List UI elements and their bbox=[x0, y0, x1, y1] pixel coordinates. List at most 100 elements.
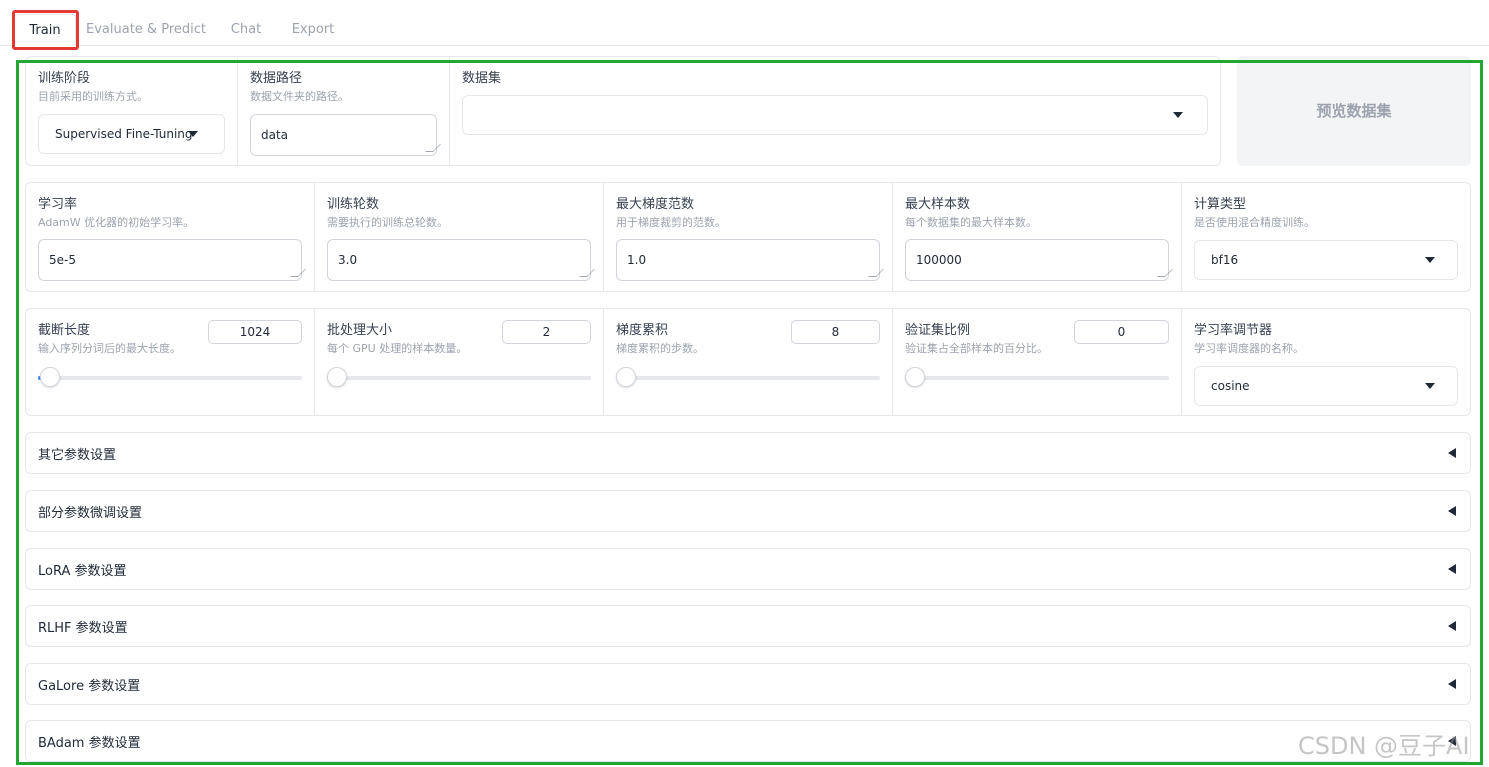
val-size-number[interactable]: 0 bbox=[1074, 320, 1169, 344]
val-size-field: 验证集比例 验证集占全部样本的百分比。 0 bbox=[893, 309, 1182, 415]
resize-handle-icon[interactable] bbox=[290, 269, 306, 277]
row-batch-params: 截断长度 输入序列分词后的最大长度。 1024 批处理大小 每个 GPU 处理的… bbox=[25, 308, 1471, 416]
grad-accum-field: 梯度累积 梯度累积的步数。 8 bbox=[604, 309, 893, 415]
lr-scheduler-field: 学习率调节器 学习率调度器的名称。 cosine bbox=[1182, 309, 1470, 415]
compute-type-value: bf16 bbox=[1211, 253, 1239, 267]
accordion-label: GaLore 参数设置 bbox=[38, 679, 141, 694]
learning-rate-label: 学习率 bbox=[38, 197, 78, 212]
batch-size-info: 每个 GPU 处理的样本数量。 bbox=[327, 342, 468, 355]
stage-info: 目前采用的训练方式。 bbox=[38, 90, 148, 103]
dataset-dir-value: data bbox=[261, 128, 289, 142]
grad-accum-label: 梯度累积 bbox=[616, 323, 669, 338]
chevron-down-icon bbox=[188, 131, 198, 137]
chevron-down-icon bbox=[1173, 112, 1183, 118]
accordion-label: 其它参数设置 bbox=[38, 448, 117, 463]
compute-type-label: 计算类型 bbox=[1194, 197, 1247, 212]
accordion-freeze-settings[interactable]: 部分参数微调设置 bbox=[25, 490, 1471, 532]
triangle-left-icon bbox=[1448, 679, 1456, 689]
cutoff-len-label: 截断长度 bbox=[38, 323, 91, 338]
accordion-label: LoRA 参数设置 bbox=[38, 564, 127, 579]
resize-handle-icon[interactable] bbox=[868, 269, 884, 277]
lr-scheduler-label: 学习率调节器 bbox=[1194, 323, 1273, 338]
max-grad-norm-input[interactable]: 1.0 bbox=[616, 239, 884, 281]
lr-scheduler-info: 学习率调度器的名称。 bbox=[1194, 342, 1304, 355]
max-grad-norm-info: 用于梯度裁剪的范数。 bbox=[616, 216, 726, 229]
max-samples-info: 每个数据集的最大样本数。 bbox=[905, 216, 1037, 229]
accordion-label: RLHF 参数设置 bbox=[38, 621, 128, 636]
batch-size-number[interactable]: 2 bbox=[502, 320, 591, 344]
accordion-galore-settings[interactable]: GaLore 参数设置 bbox=[25, 663, 1471, 705]
batch-size-label: 批处理大小 bbox=[327, 323, 393, 338]
learning-rate-info: AdamW 优化器的初始学习率。 bbox=[38, 216, 195, 229]
resize-handle-icon[interactable] bbox=[1157, 269, 1173, 277]
compute-type-field: 计算类型 是否使用混合精度训练。 bf16 bbox=[1182, 183, 1470, 291]
val-size-slider-track[interactable] bbox=[905, 376, 1169, 380]
max-samples-field: 最大样本数 每个数据集的最大样本数。 100000 bbox=[893, 183, 1182, 291]
epochs-label: 训练轮数 bbox=[327, 197, 380, 212]
tab-export[interactable]: Export bbox=[284, 14, 342, 46]
accordion-extra-settings[interactable]: 其它参数设置 bbox=[25, 432, 1471, 474]
watermark: CSDN @豆子AI bbox=[1298, 732, 1470, 760]
cutoff-len-field: 截断长度 输入序列分词后的最大长度。 1024 bbox=[26, 309, 315, 415]
resize-handle-icon[interactable] bbox=[579, 269, 595, 277]
max-samples-label: 最大样本数 bbox=[905, 197, 971, 212]
chevron-down-icon bbox=[1425, 257, 1435, 263]
accordion-label: 部分参数微调设置 bbox=[38, 506, 143, 521]
cutoff-len-info: 输入序列分词后的最大长度。 bbox=[38, 342, 181, 355]
epochs-field: 训练轮数 需要执行的训练总轮数。 3.0 bbox=[315, 183, 604, 291]
dataset-dir-info: 数据文件夹的路径。 bbox=[250, 90, 349, 103]
grad-accum-slider-track[interactable] bbox=[616, 376, 880, 380]
tab-train[interactable]: Train bbox=[14, 14, 76, 46]
epochs-info: 需要执行的训练总轮数。 bbox=[327, 216, 448, 229]
stage-dropdown[interactable]: Supervised Fine-Tuning bbox=[38, 114, 225, 154]
accordion-label: BAdam 参数设置 bbox=[38, 736, 141, 751]
learning-rate-value: 5e-5 bbox=[49, 253, 76, 267]
accordion-rlhf-settings[interactable]: RLHF 参数设置 bbox=[25, 605, 1471, 647]
chevron-down-icon bbox=[1425, 383, 1435, 389]
row-training-params: 学习率 AdamW 优化器的初始学习率。 5e-5 训练轮数 需要执行的训练总轮… bbox=[25, 182, 1471, 292]
triangle-left-icon bbox=[1448, 564, 1456, 574]
triangle-left-icon bbox=[1448, 621, 1456, 631]
lr-scheduler-dropdown[interactable]: cosine bbox=[1194, 366, 1458, 406]
grad-accum-slider-thumb[interactable] bbox=[616, 367, 636, 387]
dataset-dir-label: 数据路径 bbox=[250, 71, 303, 86]
dataset-label: 数据集 bbox=[462, 71, 502, 86]
max-grad-norm-value: 1.0 bbox=[627, 253, 647, 267]
tab-chat[interactable]: Chat bbox=[220, 14, 272, 46]
stage-field: 训练阶段 目前采用的训练方式。 Supervised Fine-Tuning bbox=[26, 57, 238, 165]
grad-accum-number[interactable]: 8 bbox=[791, 320, 880, 344]
epochs-input[interactable]: 3.0 bbox=[327, 239, 595, 281]
epochs-value: 3.0 bbox=[338, 253, 358, 267]
compute-type-dropdown[interactable]: bf16 bbox=[1194, 240, 1458, 280]
accordion-lora-settings[interactable]: LoRA 参数设置 bbox=[25, 548, 1471, 590]
tab-bar: Train Evaluate & Predict Chat Export bbox=[0, 0, 1489, 46]
dataset-dir-field: 数据路径 数据文件夹的路径。 data bbox=[238, 57, 450, 165]
grad-accum-info: 梯度累积的步数。 bbox=[616, 342, 704, 355]
batch-size-slider-thumb[interactable] bbox=[327, 367, 347, 387]
dataset-dropdown[interactable] bbox=[462, 95, 1208, 135]
dataset-dir-input[interactable]: data bbox=[250, 114, 441, 156]
resize-handle-icon[interactable] bbox=[425, 144, 441, 152]
cutoff-len-slider-thumb[interactable] bbox=[40, 367, 60, 387]
batch-size-field: 批处理大小 每个 GPU 处理的样本数量。 2 bbox=[315, 309, 604, 415]
batch-size-slider-track[interactable] bbox=[327, 376, 591, 380]
triangle-left-icon bbox=[1448, 448, 1456, 458]
cutoff-len-number[interactable]: 1024 bbox=[208, 320, 302, 344]
tab-evaluate-predict[interactable]: Evaluate & Predict bbox=[84, 14, 208, 46]
stage-label: 训练阶段 bbox=[38, 71, 91, 86]
learning-rate-input[interactable]: 5e-5 bbox=[38, 239, 306, 281]
lr-scheduler-value: cosine bbox=[1211, 379, 1250, 393]
learning-rate-field: 学习率 AdamW 优化器的初始学习率。 5e-5 bbox=[26, 183, 315, 291]
cutoff-len-slider-track[interactable] bbox=[38, 376, 302, 380]
accordion-badam-settings[interactable]: BAdam 参数设置 bbox=[25, 720, 1471, 762]
val-size-slider-thumb[interactable] bbox=[905, 367, 925, 387]
max-samples-input[interactable]: 100000 bbox=[905, 239, 1173, 281]
val-size-info: 验证集占全部样本的百分比。 bbox=[905, 342, 1048, 355]
max-samples-value: 100000 bbox=[916, 253, 962, 267]
stage-value: Supervised Fine-Tuning bbox=[55, 127, 193, 141]
compute-type-info: 是否使用混合精度训练。 bbox=[1194, 216, 1315, 229]
preview-dataset-button[interactable]: 预览数据集 bbox=[1237, 56, 1471, 166]
dataset-field: 数据集 bbox=[450, 57, 1220, 165]
row-stage-data: 训练阶段 目前采用的训练方式。 Supervised Fine-Tuning 数… bbox=[25, 56, 1221, 166]
max-grad-norm-field: 最大梯度范数 用于梯度裁剪的范数。 1.0 bbox=[604, 183, 893, 291]
